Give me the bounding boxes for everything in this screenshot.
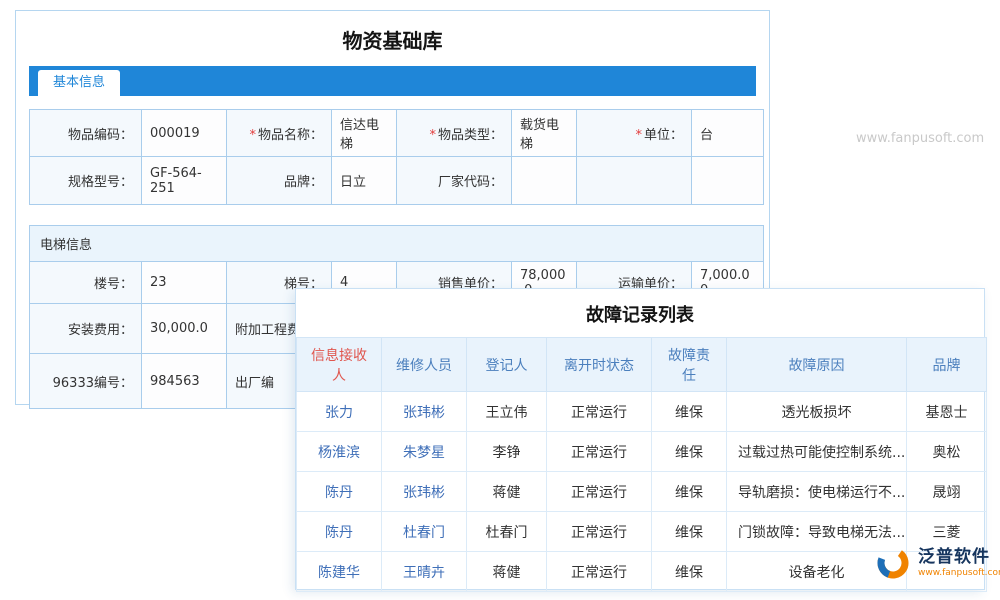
empty-label-cell [577, 157, 692, 205]
fault-row: 杨淮滨 朱梦星 李铮 正常运行 维保 过载过热可能使控制系统... 奥松 [297, 432, 987, 472]
unit-value: 台 [692, 110, 764, 157]
label-text: 单位： [644, 128, 683, 143]
label-text: 物品类型： [438, 128, 503, 143]
brand-site: www.fanpusoft.com [918, 568, 1000, 578]
registrar-cell: 李铮 [467, 432, 547, 472]
repairer-link[interactable]: 王晴卉 [382, 552, 467, 592]
item-code-label: 物品编码： [30, 110, 142, 157]
vendor-code-value [512, 157, 577, 205]
fanpu-logo-icon [874, 544, 912, 582]
elevator-section-title: 电梯信息 [30, 226, 764, 262]
brand-value: 日立 [332, 157, 397, 205]
unit-label: *单位： [577, 110, 692, 157]
fault-table-header-row: 信息接收人 维修人员 登记人 离开时状态 故障责任 故障原因 品牌 [297, 338, 987, 392]
leave-status-cell: 正常运行 [547, 552, 652, 592]
basic-row-1: 物品编码： 000019 *物品名称： 信达电梯 *物品类型： 载货电梯 *单位… [30, 110, 764, 157]
code96333-value: 984563 [142, 354, 227, 409]
registrar-cell: 杜春门 [467, 512, 547, 552]
install-fee-label: 安装费用： [30, 304, 142, 354]
col-header-repairer: 维修人员 [382, 338, 467, 392]
label-text: 物品名称： [258, 128, 323, 143]
repairer-link[interactable]: 张玮彬 [382, 392, 467, 432]
col-header-leave-status: 离开时状态 [547, 338, 652, 392]
col-header-cause: 故障原因 [727, 338, 907, 392]
required-marker: * [635, 128, 642, 143]
label-text: 出厂编 [235, 376, 274, 391]
leave-status-cell: 正常运行 [547, 392, 652, 432]
brand-label: 品牌： [227, 157, 332, 205]
responsibility-cell: 维保 [652, 432, 727, 472]
responsibility-cell: 维保 [652, 552, 727, 592]
leave-status-cell: 正常运行 [547, 472, 652, 512]
repairer-link[interactable]: 朱梦星 [382, 432, 467, 472]
item-code-value: 000019 [142, 110, 227, 157]
col-header-registrar: 登记人 [467, 338, 547, 392]
vendor-code-label: 厂家代码： [397, 157, 512, 205]
material-tabbar: 基本信息 [29, 66, 756, 96]
building-no-value: 23 [142, 262, 227, 304]
watermark-text: www.fanpusoft.com [856, 131, 984, 146]
fault-row: 张力 张玮彬 王立伟 正常运行 维保 透光板损坏 基恩士 [297, 392, 987, 432]
brand-cell: 奥松 [907, 432, 987, 472]
leave-status-cell: 正常运行 [547, 432, 652, 472]
brand-text-block: 泛普软件 www.fanpusoft.com [918, 548, 1000, 578]
label-text: 厂家代码： [438, 175, 503, 190]
item-name-label: *物品名称： [227, 110, 332, 157]
label-text: 附加工程费 [235, 323, 300, 338]
item-type-value: 载货电梯 [512, 110, 577, 157]
responsibility-cell: 维保 [652, 392, 727, 432]
required-marker: * [429, 128, 436, 143]
required-marker: * [249, 128, 256, 143]
leave-status-cell: 正常运行 [547, 512, 652, 552]
col-header-responsibility: 故障责任 [652, 338, 727, 392]
spec-model-value: GF-564-251 [142, 157, 227, 205]
code96333-label: 96333编号： [30, 354, 142, 409]
spec-model-label: 规格型号： [30, 157, 142, 205]
cause-cell: 透光板损坏 [727, 392, 907, 432]
label-text: 规格型号： [68, 175, 133, 190]
label-text: 96333编号： [53, 376, 133, 391]
material-panel-title: 物资基础库 [16, 11, 769, 66]
registrar-cell: 王立伟 [467, 392, 547, 432]
label-text: 物品编码： [68, 128, 133, 143]
registrar-cell: 蒋健 [467, 472, 547, 512]
fault-panel-title: 故障记录列表 [296, 289, 984, 337]
cause-cell: 导轨磨损：使电梯运行不... [727, 472, 907, 512]
install-fee-value: 30,000.0 [142, 304, 227, 354]
item-name-value: 信达电梯 [332, 110, 397, 157]
fanpu-logo: 泛普软件 www.fanpusoft.com [874, 544, 1000, 582]
brand-cell: 晟翊 [907, 472, 987, 512]
receiver-link[interactable]: 杨淮滨 [297, 432, 382, 472]
registrar-cell: 蒋健 [467, 552, 547, 592]
responsibility-cell: 维保 [652, 472, 727, 512]
receiver-link[interactable]: 陈丹 [297, 512, 382, 552]
building-no-label: 楼号： [30, 262, 142, 304]
label-text: 楼号： [94, 277, 133, 292]
col-header-brand: 品牌 [907, 338, 987, 392]
cause-cell: 过载过热可能使控制系统... [727, 432, 907, 472]
fault-row: 陈丹 张玮彬 蒋健 正常运行 维保 导轨磨损：使电梯运行不... 晟翊 [297, 472, 987, 512]
basic-info-table: 物品编码： 000019 *物品名称： 信达电梯 *物品类型： 载货电梯 *单位… [29, 109, 764, 205]
tab-basic-info[interactable]: 基本信息 [38, 70, 120, 96]
brand-name: 泛普软件 [918, 548, 1000, 568]
item-type-label: *物品类型： [397, 110, 512, 157]
empty-value-cell [692, 157, 764, 205]
responsibility-cell: 维保 [652, 512, 727, 552]
receiver-link[interactable]: 陈建华 [297, 552, 382, 592]
brand-cell: 基恩士 [907, 392, 987, 432]
screen: 物资基础库 基本信息 物品编码： 000019 *物品名称： 信达电梯 *物品类… [0, 0, 1000, 600]
elevator-section-header: 电梯信息 [30, 226, 764, 262]
repairer-link[interactable]: 张玮彬 [382, 472, 467, 512]
receiver-link[interactable]: 张力 [297, 392, 382, 432]
col-header-receiver: 信息接收人 [297, 338, 382, 392]
basic-row-2: 规格型号： GF-564-251 品牌： 日立 厂家代码： [30, 157, 764, 205]
receiver-link[interactable]: 陈丹 [297, 472, 382, 512]
repairer-link[interactable]: 杜春门 [382, 512, 467, 552]
label-text: 安装费用： [68, 323, 133, 338]
label-text: 品牌： [284, 175, 323, 190]
